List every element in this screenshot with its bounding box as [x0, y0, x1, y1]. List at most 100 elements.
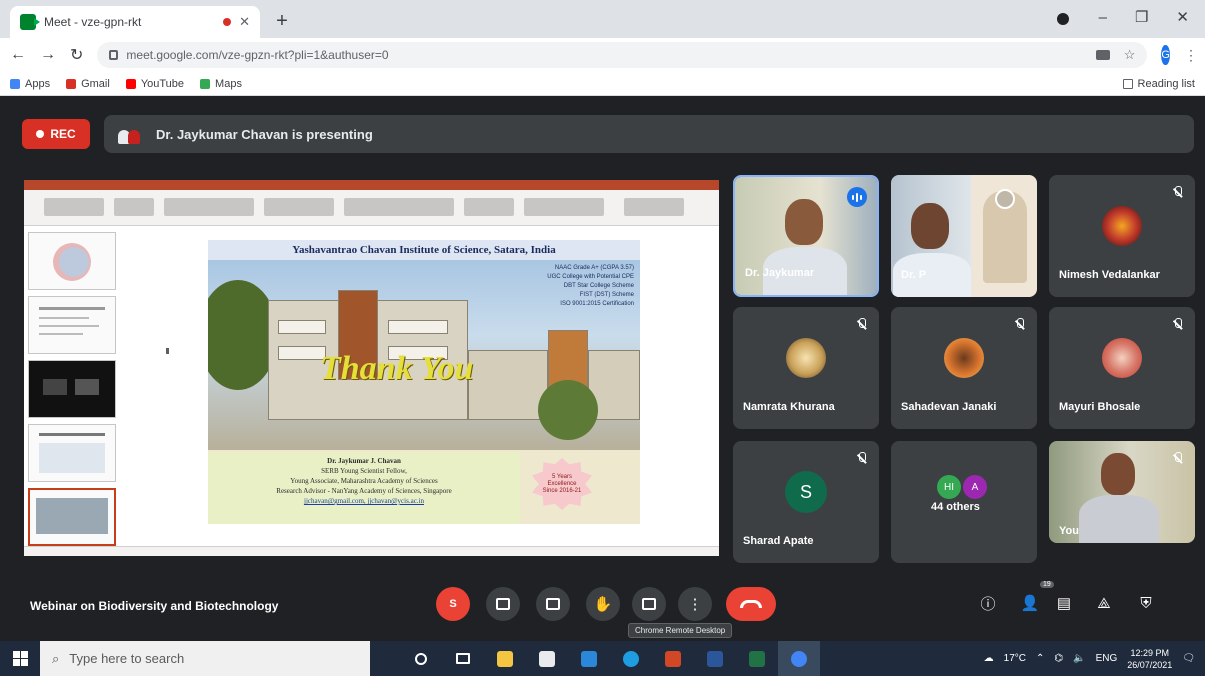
- camera-icon: [496, 598, 510, 610]
- self-view-tile[interactable]: You: [1049, 441, 1195, 543]
- participant-name: Sahadevan Janaki: [901, 401, 997, 413]
- camera-in-use-icon[interactable]: [1095, 50, 1110, 60]
- powerpoint-ribbon: [24, 190, 719, 226]
- bookmark-youtube[interactable]: YouTube: [125, 78, 184, 90]
- participant-tile[interactable]: Sahadevan Janaki: [891, 307, 1037, 429]
- weather-icon[interactable]: ☁: [984, 653, 994, 664]
- file-explorer-icon[interactable]: [484, 641, 526, 676]
- present-now-button[interactable]: [632, 587, 666, 621]
- notifications-icon[interactable]: 🗨: [1182, 653, 1195, 664]
- slide-thumbnail[interactable]: [28, 232, 116, 290]
- store-icon[interactable]: [526, 641, 568, 676]
- microphone-button[interactable]: S: [436, 587, 470, 621]
- chat-icon[interactable]: ▤: [1054, 593, 1074, 613]
- profile-avatar[interactable]: G: [1161, 45, 1170, 65]
- present-screen-icon: [642, 598, 656, 610]
- slide-thumbnail[interactable]: [28, 296, 116, 354]
- search-placeholder: Type here to search: [69, 651, 185, 666]
- captions-button[interactable]: [536, 587, 570, 621]
- participant-name: Namrata Khurana: [743, 401, 835, 413]
- leave-call-button[interactable]: [726, 587, 776, 621]
- mic-off-icon: [855, 317, 869, 333]
- weather-temp[interactable]: 17°C: [1004, 653, 1026, 664]
- more-options-button[interactable]: ⋮: [678, 587, 712, 621]
- reload-icon[interactable]: ↻: [70, 45, 83, 65]
- others-tile[interactable]: HI A 44 others: [891, 441, 1037, 563]
- participant-avatar: S: [785, 471, 827, 514]
- url-text[interactable]: meet.google.com/vze-gpzn-rkt?pli=1&authu…: [126, 48, 388, 62]
- institute-credentials: NAAC Grade A+ (CGPA 3.57) UGC College wi…: [547, 265, 634, 307]
- edge-icon[interactable]: [610, 641, 652, 676]
- bookmark-maps[interactable]: Maps: [200, 78, 242, 90]
- hand-icon: ✋: [593, 596, 613, 613]
- mail-icon[interactable]: [568, 641, 610, 676]
- slide-scroll-marker: [166, 348, 169, 354]
- others-count: 44 others: [931, 501, 980, 513]
- lock-icon[interactable]: [109, 50, 119, 60]
- tab-title: Meet - vze-gpn-rkt: [44, 15, 142, 29]
- chrome-icon[interactable]: [778, 641, 820, 676]
- word-icon[interactable]: [694, 641, 736, 676]
- participant-tile[interactable]: Nimesh Vedalankar: [1049, 175, 1195, 297]
- host-controls-icon[interactable]: ⛨: [1136, 593, 1156, 613]
- apps-grid-icon: [10, 78, 20, 89]
- network-icon[interactable]: ⌬: [1054, 653, 1063, 664]
- new-tab-button[interactable]: +: [270, 10, 294, 34]
- participant-tile[interactable]: S Sharad Apate: [733, 441, 879, 563]
- raise-hand-button[interactable]: ✋: [586, 587, 620, 621]
- participant-tile[interactable]: Namrata Khurana: [733, 307, 879, 429]
- taskbar-search[interactable]: ⌕ Type here to search: [40, 641, 370, 676]
- meeting-details-icon[interactable]: ⓘ: [978, 593, 998, 613]
- minimize-icon[interactable]: –: [1099, 9, 1107, 26]
- camera-button[interactable]: [486, 587, 520, 621]
- youtube-icon: [125, 78, 136, 89]
- tab-search-icon[interactable]: [1057, 13, 1069, 25]
- participant-tile[interactable]: Mayuri Bhosale: [1049, 307, 1195, 429]
- tray-overflow-icon[interactable]: ⌃: [1036, 653, 1044, 664]
- participant-tile[interactable]: Dr. Jaykumar: [733, 175, 879, 297]
- bookmark-star-icon[interactable]: ☆: [1124, 47, 1136, 63]
- hang-up-icon: [740, 600, 762, 608]
- browser-toolbar: ← → ↻ meet.google.com/vze-gpzn-rkt?pli=1…: [0, 38, 1205, 72]
- anniversary-badge: 5 Years Excellence Since 2016-21: [531, 458, 593, 510]
- powerpoint-status-bar: [24, 546, 719, 556]
- reading-list[interactable]: Reading list: [1122, 78, 1195, 90]
- task-view-icon[interactable]: [442, 641, 484, 676]
- excel-icon[interactable]: [736, 641, 778, 676]
- powerpoint-icon[interactable]: [652, 641, 694, 676]
- slide-thumbnail-active[interactable]: [28, 488, 116, 546]
- restore-icon[interactable]: ❐: [1135, 8, 1148, 26]
- close-tab-icon[interactable]: ✕: [239, 14, 250, 30]
- address-bar[interactable]: meet.google.com/vze-gpzn-rkt?pli=1&authu…: [97, 42, 1148, 68]
- participant-name: Nimesh Vedalankar: [1059, 269, 1160, 281]
- clock[interactable]: 12:29 PM 26/07/2021: [1127, 647, 1172, 671]
- bookmark-apps[interactable]: Apps: [10, 78, 50, 90]
- volume-icon[interactable]: 🔈: [1073, 653, 1085, 664]
- close-window-icon[interactable]: ✕: [1176, 8, 1189, 26]
- participant-avatar: [1102, 338, 1142, 379]
- participant-tile[interactable]: Dr. P: [891, 175, 1037, 297]
- browser-tab[interactable]: Meet - vze-gpn-rkt ✕: [10, 6, 260, 38]
- presenting-banner: Dr. Jaykumar Chavan is presenting: [104, 115, 1194, 153]
- tooltip: Chrome Remote Desktop: [628, 623, 733, 638]
- cortana-icon[interactable]: [400, 641, 442, 676]
- mic-off-icon: [1171, 451, 1185, 467]
- clock-date: 26/07/2021: [1127, 659, 1173, 670]
- people-icon[interactable]: 👤: [1020, 593, 1040, 613]
- slide-thumbnail[interactable]: [28, 424, 116, 482]
- mic-off-icon: [1171, 185, 1185, 201]
- slide-thumbnail[interactable]: [28, 360, 116, 418]
- recording-button[interactable]: REC: [22, 119, 90, 149]
- browser-tab-strip: Meet - vze-gpn-rkt ✕ + – ❐ ✕: [0, 0, 1205, 38]
- meeting-title: Webinar on Biodiversity and Biotechnolog…: [30, 599, 279, 613]
- bookmark-gmail[interactable]: Gmail: [66, 78, 110, 90]
- search-icon: ⌕: [52, 650, 60, 666]
- back-icon[interactable]: ←: [10, 46, 26, 64]
- menu-kebab-icon[interactable]: ⋮: [1184, 47, 1198, 64]
- taskbar-apps: [400, 641, 820, 676]
- forward-icon[interactable]: →: [40, 46, 56, 64]
- windows-start-icon[interactable]: [0, 641, 40, 676]
- maps-icon: [200, 78, 211, 89]
- language-indicator[interactable]: ENG: [1096, 653, 1118, 664]
- activities-icon[interactable]: ⟁: [1094, 593, 1114, 613]
